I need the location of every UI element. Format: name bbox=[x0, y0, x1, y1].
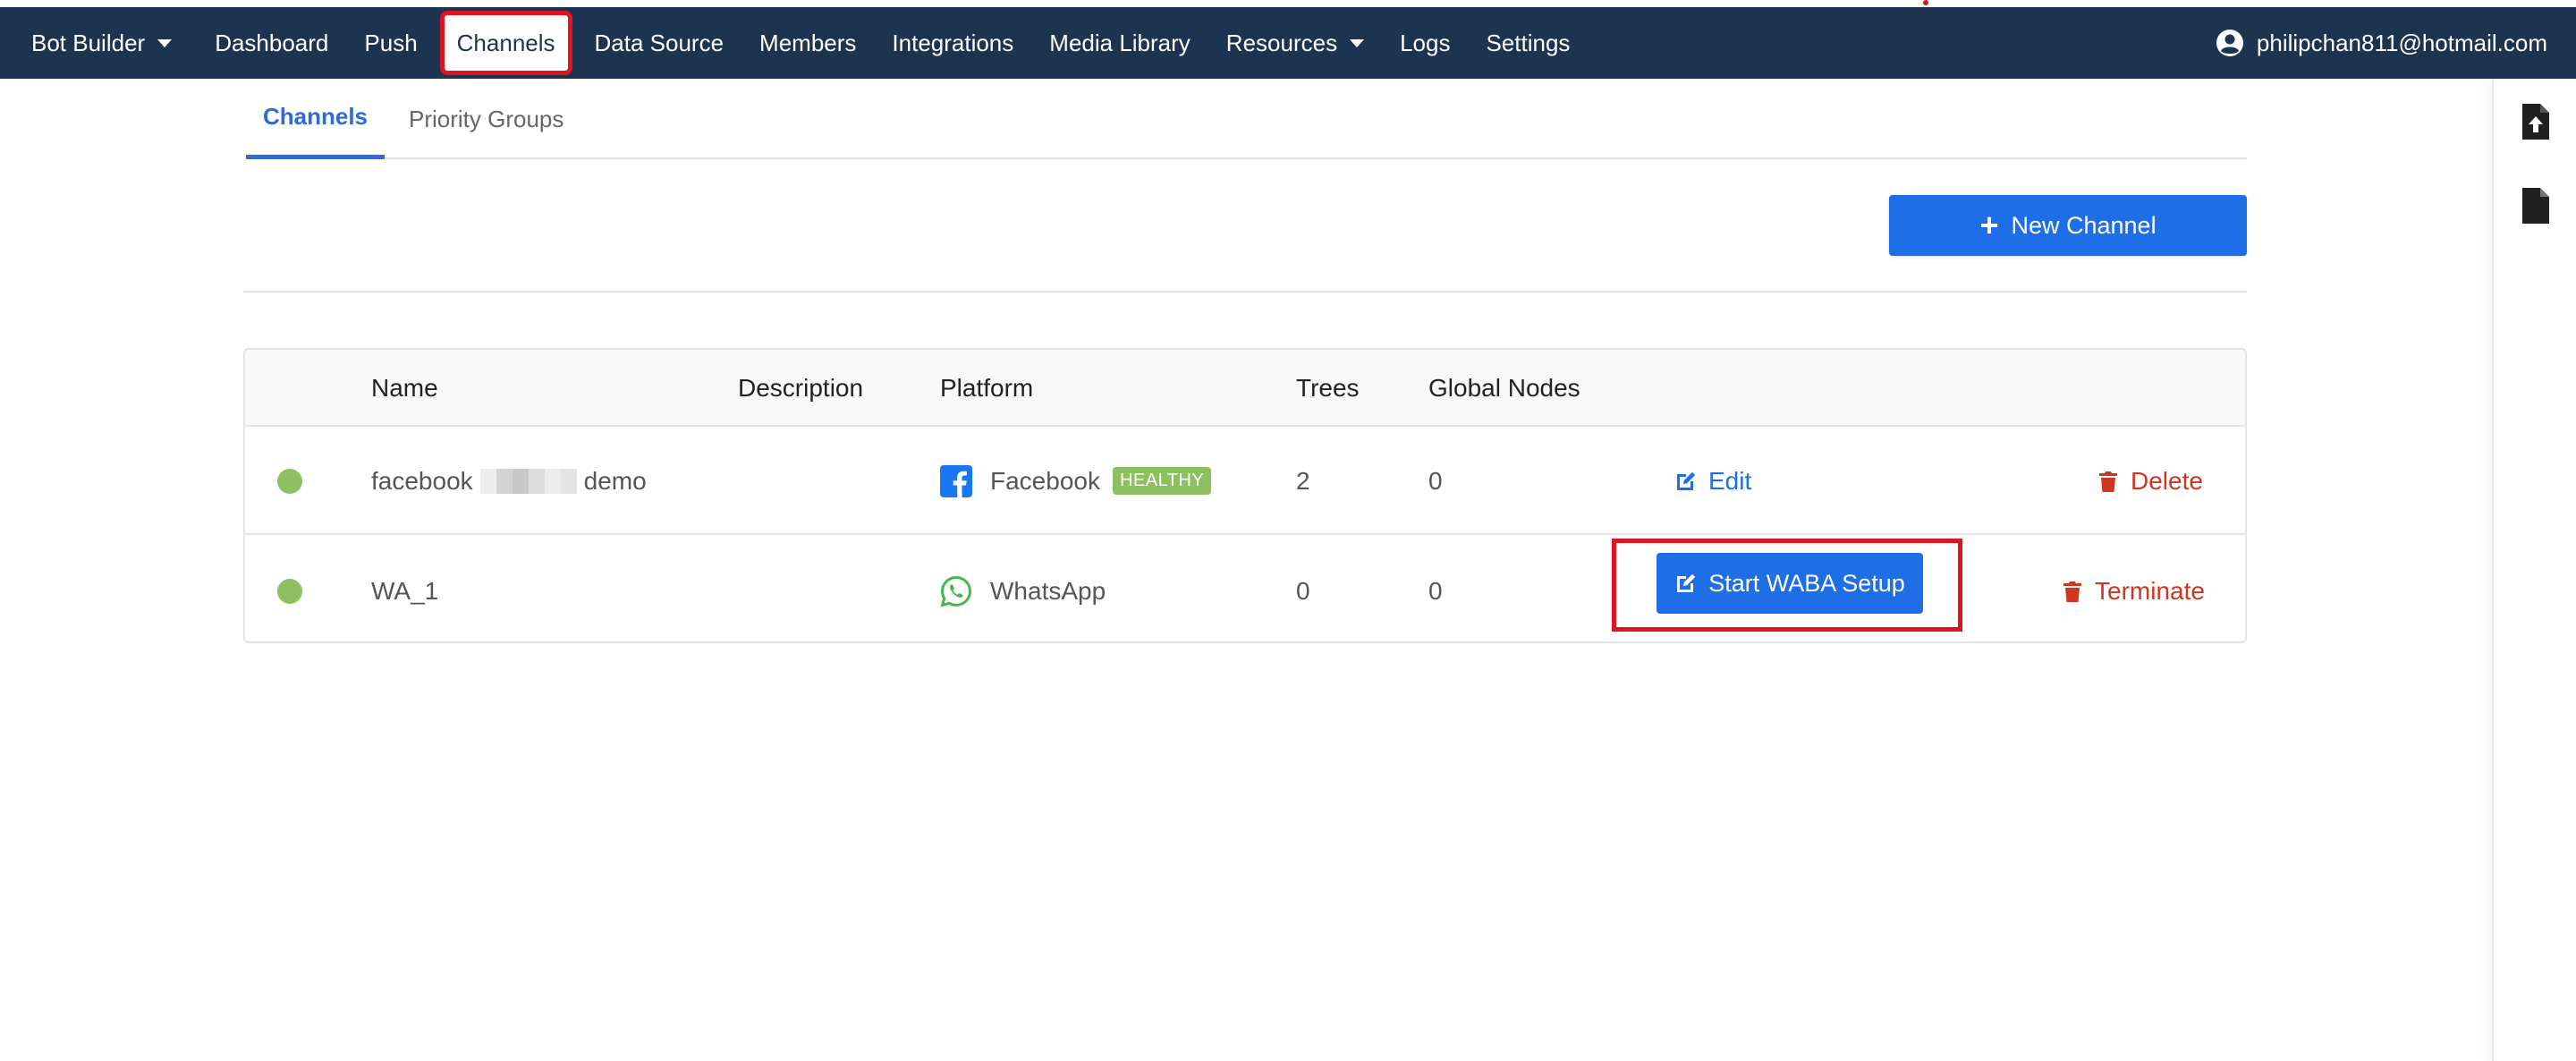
delete-label: Delete bbox=[2131, 466, 2203, 495]
nav-dashboard[interactable]: Dashboard bbox=[197, 7, 346, 79]
new-channel-button[interactable]: + New Channel bbox=[1889, 195, 2247, 256]
tab-priority-groups[interactable]: Priority Groups bbox=[409, 79, 564, 159]
nav-data-source[interactable]: Data Source bbox=[577, 7, 742, 79]
nav-media-library[interactable]: Media Library bbox=[1031, 7, 1208, 79]
trees-count: 0 bbox=[1296, 576, 1310, 605]
nav-logs[interactable]: Logs bbox=[1382, 7, 1468, 79]
status-cell bbox=[277, 427, 302, 535]
header-global-nodes: Global Nodes bbox=[1428, 374, 1580, 402]
tab-priority-groups-label: Priority Groups bbox=[409, 105, 564, 132]
delete-button[interactable]: Delete bbox=[2097, 427, 2203, 535]
nav-resources-dropdown[interactable]: Resources bbox=[1208, 7, 1382, 79]
edit-button[interactable]: Edit bbox=[1674, 427, 1751, 535]
whatsapp-icon bbox=[940, 575, 972, 607]
file-upload-icon[interactable] bbox=[2521, 102, 2551, 141]
platform-cell: WhatsApp bbox=[940, 537, 1106, 641]
status-dot bbox=[277, 578, 302, 604]
trees-count: 2 bbox=[1296, 466, 1310, 495]
right-sidebar bbox=[2492, 79, 2576, 1061]
global-nodes-count: 0 bbox=[1428, 576, 1443, 605]
table-row: facebook demo Facebook HEALTHY 2 0 Edit bbox=[245, 427, 2245, 535]
header-trees: Trees bbox=[1296, 374, 1360, 402]
nav-dashboard-label: Dashboard bbox=[215, 29, 329, 56]
nav-members[interactable]: Members bbox=[741, 7, 874, 79]
chevron-down-icon bbox=[157, 38, 173, 47]
status-dot bbox=[277, 468, 302, 494]
terminate-label: Terminate bbox=[2095, 576, 2205, 605]
nav-resources-label: Resources bbox=[1225, 29, 1338, 56]
nav-push-label: Push bbox=[364, 29, 418, 56]
nav-data-source-label: Data Source bbox=[594, 29, 724, 56]
nav-push[interactable]: Push bbox=[346, 7, 435, 79]
nav-integrations-label: Integrations bbox=[892, 29, 1014, 56]
highlight-mark bbox=[1923, 0, 1928, 5]
status-badge: HEALTHY bbox=[1112, 467, 1212, 495]
user-email: philipchan811@hotmail.com bbox=[2256, 29, 2547, 56]
top-navbar: Bot Builder Dashboard Push Channels Data… bbox=[0, 7, 2576, 79]
start-waba-setup-label: Start WABA Setup bbox=[1708, 569, 1905, 597]
trash-icon bbox=[2063, 581, 2081, 602]
user-circle-icon bbox=[2216, 30, 2243, 56]
nav-channels-active: Channels bbox=[439, 11, 572, 75]
channel-name-prefix: facebook bbox=[371, 466, 473, 495]
platform-name: WhatsApp bbox=[990, 576, 1106, 605]
edit-icon bbox=[1677, 573, 1696, 592]
channels-table: Name Description Platform Trees Global N… bbox=[243, 348, 2247, 643]
nav-bot-builder-dropdown[interactable]: Bot Builder bbox=[0, 7, 197, 79]
edit-label: Edit bbox=[1708, 466, 1752, 495]
new-channel-label: New Channel bbox=[2011, 211, 2157, 239]
nav-members-label: Members bbox=[759, 29, 857, 56]
nav-media-library-label: Media Library bbox=[1049, 29, 1191, 56]
channel-tabs: Channels Priority Groups bbox=[246, 79, 2247, 159]
nav-channels[interactable]: Channels bbox=[436, 7, 577, 79]
table-row: WA_1 WhatsApp 0 0 Start WABA Setup Termi… bbox=[245, 537, 2245, 641]
file-icon[interactable] bbox=[2521, 186, 2551, 225]
start-waba-setup-button[interactable]: Start WABA Setup bbox=[1657, 553, 1923, 614]
redacted-text bbox=[479, 468, 577, 494]
platform-cell: Facebook HEALTHY bbox=[940, 427, 1212, 535]
nav-logs-label: Logs bbox=[1400, 29, 1451, 56]
table-header: Name Description Platform Trees Global N… bbox=[245, 350, 2245, 427]
plus-icon: + bbox=[1979, 207, 1999, 243]
channel-name: WA_1 bbox=[371, 576, 439, 605]
nav-brand-label: Bot Builder bbox=[31, 29, 146, 56]
platform-name: Facebook bbox=[990, 466, 1100, 495]
nav-user-menu[interactable]: philipchan811@hotmail.com bbox=[2198, 7, 2576, 79]
tab-channels[interactable]: Channels bbox=[246, 79, 385, 159]
header-name: Name bbox=[371, 374, 438, 402]
facebook-icon bbox=[940, 464, 972, 497]
tab-channels-label: Channels bbox=[262, 103, 369, 130]
nav-integrations[interactable]: Integrations bbox=[874, 7, 1031, 79]
header-platform: Platform bbox=[940, 374, 1034, 402]
trash-icon bbox=[2099, 471, 2117, 492]
channel-name: facebook demo bbox=[371, 427, 647, 535]
chevron-down-icon bbox=[1350, 38, 1365, 47]
global-nodes-count: 0 bbox=[1428, 466, 1443, 495]
nav-settings-label: Settings bbox=[1486, 29, 1571, 56]
header-description: Description bbox=[738, 374, 864, 402]
edit-icon bbox=[1677, 471, 1696, 490]
channel-name-suffix: demo bbox=[583, 466, 647, 495]
terminate-button[interactable]: Terminate bbox=[2061, 537, 2205, 641]
nav-settings[interactable]: Settings bbox=[1468, 7, 1588, 79]
status-cell bbox=[277, 537, 302, 641]
section-divider bbox=[243, 291, 2247, 293]
